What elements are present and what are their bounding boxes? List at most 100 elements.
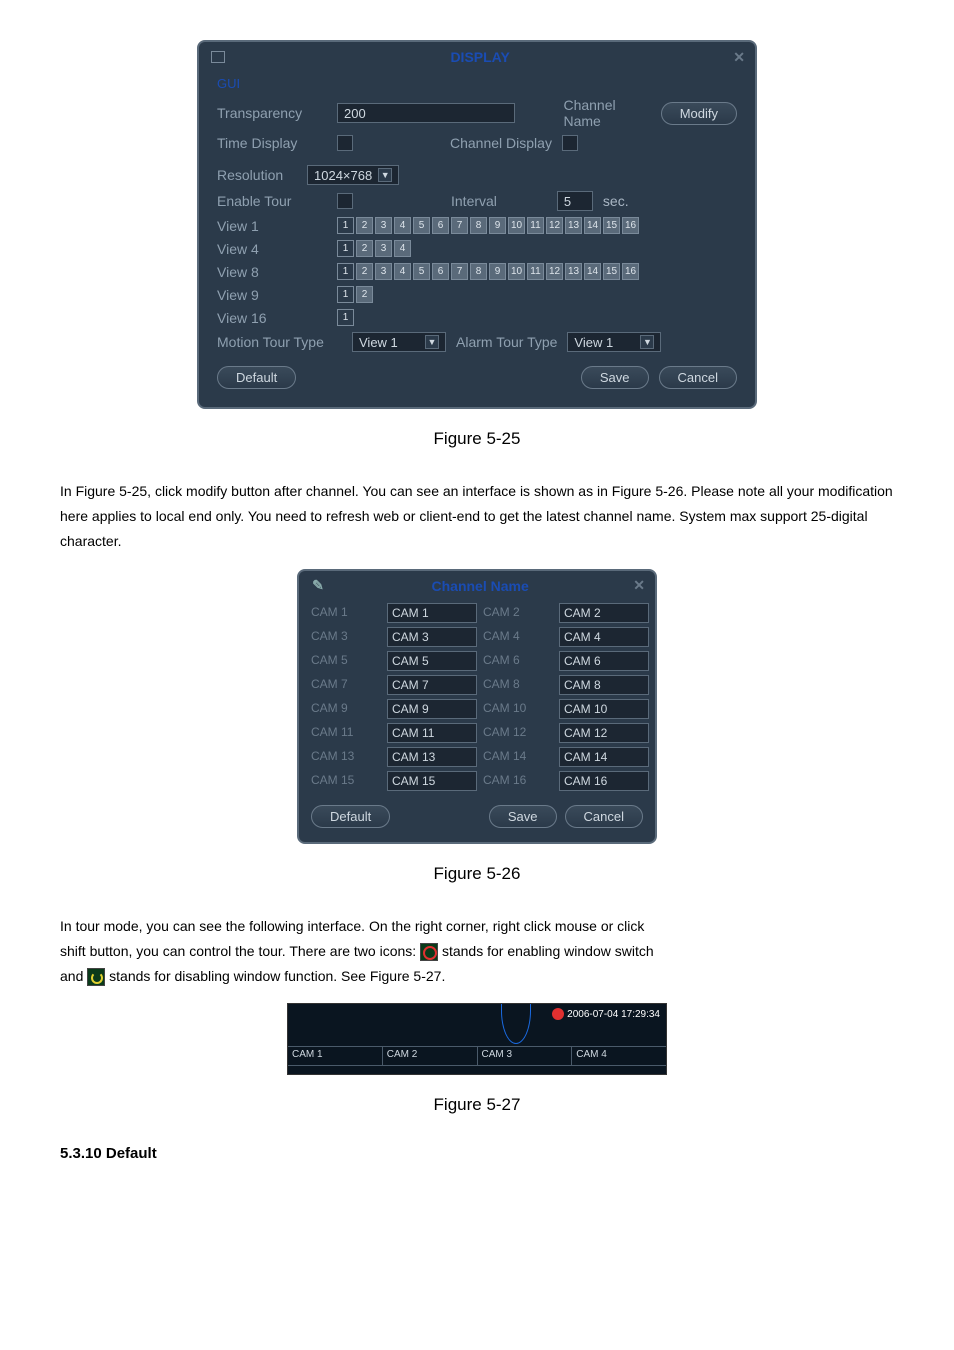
num-box[interactable]: 1 <box>337 240 354 257</box>
num-box[interactable]: 6 <box>432 263 449 280</box>
num-box[interactable]: 8 <box>470 217 487 234</box>
num-box[interactable]: 10 <box>508 263 525 280</box>
num-box[interactable]: 15 <box>603 263 620 280</box>
cam-input[interactable] <box>559 771 649 791</box>
num-box[interactable]: 3 <box>375 240 392 257</box>
cam-input[interactable] <box>387 699 477 719</box>
num-box[interactable]: 9 <box>489 217 506 234</box>
cam-input[interactable] <box>387 723 477 743</box>
cam-input[interactable] <box>387 771 477 791</box>
interval-input[interactable] <box>557 191 593 211</box>
cam-label: CAM 13 <box>311 747 381 767</box>
cam-label: CAM 6 <box>483 651 553 671</box>
num-box[interactable]: 5 <box>413 263 430 280</box>
num-box[interactable]: 14 <box>584 263 601 280</box>
num-box[interactable]: 3 <box>375 217 392 234</box>
channel-name-label: Channel Name <box>563 97 650 129</box>
num-box[interactable]: 7 <box>451 217 468 234</box>
view8-grid[interactable]: 12345678910111213141516 <box>337 263 639 280</box>
default-button[interactable]: Default <box>311 805 390 828</box>
cancel-button[interactable]: Cancel <box>565 805 643 828</box>
num-box[interactable]: 14 <box>584 217 601 234</box>
cam-input[interactable] <box>387 603 477 623</box>
tour-timestamp: 2006-07-04 17:29:34 <box>552 1008 660 1020</box>
cam-label: CAM 7 <box>311 675 381 695</box>
num-box[interactable]: 4 <box>394 217 411 234</box>
cam-input[interactable] <box>559 651 649 671</box>
transparency-input[interactable] <box>337 103 515 123</box>
cam-input[interactable] <box>387 651 477 671</box>
num-box[interactable]: 13 <box>565 263 582 280</box>
num-box[interactable]: 8 <box>470 263 487 280</box>
num-box[interactable]: 1 <box>337 286 354 303</box>
num-box[interactable]: 5 <box>413 217 430 234</box>
cam-input[interactable] <box>387 675 477 695</box>
view1-grid[interactable]: 12345678910111213141516 <box>337 217 639 234</box>
transparency-label: Transparency <box>217 105 327 121</box>
num-box[interactable]: 11 <box>527 217 544 234</box>
num-box[interactable]: 11 <box>527 263 544 280</box>
cam-input[interactable] <box>559 747 649 767</box>
titlebar: DISPLAY ✕ <box>203 46 751 68</box>
num-box[interactable]: 12 <box>546 217 563 234</box>
cam-input[interactable] <box>559 627 649 647</box>
alarm-tour-value: View 1 <box>574 335 634 350</box>
cam-input[interactable] <box>387 747 477 767</box>
resolution-label: Resolution <box>217 167 297 183</box>
save-button[interactable]: Save <box>581 366 649 389</box>
num-box[interactable]: 2 <box>356 217 373 234</box>
num-box[interactable]: 16 <box>622 263 639 280</box>
resolution-select[interactable]: 1024×768 ▼ <box>307 165 399 185</box>
close-icon[interactable]: ✕ <box>633 577 645 594</box>
view9-grid[interactable]: 12 <box>337 286 373 303</box>
num-box[interactable]: 2 <box>356 263 373 280</box>
channel-display-checkbox[interactable] <box>562 135 578 151</box>
close-icon[interactable]: ✕ <box>733 49 745 66</box>
num-box[interactable]: 1 <box>337 217 354 234</box>
view4-grid[interactable]: 1234 <box>337 240 411 257</box>
gui-legend: GUI <box>217 76 737 91</box>
cam-input[interactable] <box>559 723 649 743</box>
num-box[interactable]: 4 <box>394 240 411 257</box>
num-box[interactable]: 10 <box>508 217 525 234</box>
paragraph-1: In Figure 5-25, click modify button afte… <box>60 479 894 555</box>
num-box[interactable]: 1 <box>337 309 354 326</box>
num-box[interactable]: 12 <box>546 263 563 280</box>
cam-input[interactable] <box>559 699 649 719</box>
motion-tour-select[interactable]: View 1 ▼ <box>352 332 446 352</box>
figure-525-caption: Figure 5-25 <box>60 429 894 449</box>
num-box[interactable]: 16 <box>622 217 639 234</box>
num-box[interactable]: 3 <box>375 263 392 280</box>
callout-pointer <box>501 1004 531 1044</box>
num-box[interactable]: 9 <box>489 263 506 280</box>
tour-cam-cell: CAM 4 <box>572 1047 666 1065</box>
cam-label: CAM 11 <box>311 723 381 743</box>
tour-cams-row: CAM 1CAM 2CAM 3CAM 4 <box>288 1046 666 1066</box>
enable-tour-checkbox[interactable] <box>337 193 353 209</box>
cam-input[interactable] <box>559 603 649 623</box>
para2c: stands for enabling window switch <box>442 943 654 959</box>
save-button[interactable]: Save <box>489 805 557 828</box>
tour-cam-cell: CAM 1 <box>288 1047 383 1065</box>
default-button[interactable]: Default <box>217 366 296 389</box>
enable-tour-label: Enable Tour <box>217 193 327 209</box>
cam-label: CAM 10 <box>483 699 553 719</box>
num-box[interactable]: 1 <box>337 263 354 280</box>
num-box[interactable]: 13 <box>565 217 582 234</box>
num-box[interactable]: 7 <box>451 263 468 280</box>
cam-input[interactable] <box>387 627 477 647</box>
modify-button[interactable]: Modify <box>661 102 737 125</box>
cam-input[interactable] <box>559 675 649 695</box>
cam-label: CAM 5 <box>311 651 381 671</box>
num-box[interactable]: 6 <box>432 217 449 234</box>
num-box[interactable]: 15 <box>603 217 620 234</box>
cancel-button[interactable]: Cancel <box>659 366 737 389</box>
num-box[interactable]: 4 <box>394 263 411 280</box>
alarm-tour-select[interactable]: View 1 ▼ <box>567 332 661 352</box>
num-box[interactable]: 2 <box>356 240 373 257</box>
cam-label: CAM 15 <box>311 771 381 791</box>
num-box[interactable]: 2 <box>356 286 373 303</box>
view16-grid[interactable]: 1 <box>337 309 354 326</box>
time-display-checkbox[interactable] <box>337 135 353 151</box>
disable-tour-icon <box>87 968 105 986</box>
